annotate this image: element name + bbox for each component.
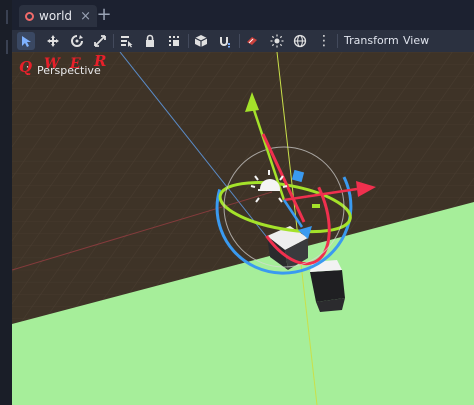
annotation-letter-r: R [93, 52, 106, 70]
annotation-letter-w: W [44, 56, 61, 72]
annotation-letter-q: Q [19, 58, 32, 76]
annotation-letter-e: E [69, 56, 81, 72]
godot-editor: world × + ⋮ Transform View ⋮ Perspective… [0, 0, 474, 405]
shortcut-annotations: Q W E R [19, 52, 106, 76]
